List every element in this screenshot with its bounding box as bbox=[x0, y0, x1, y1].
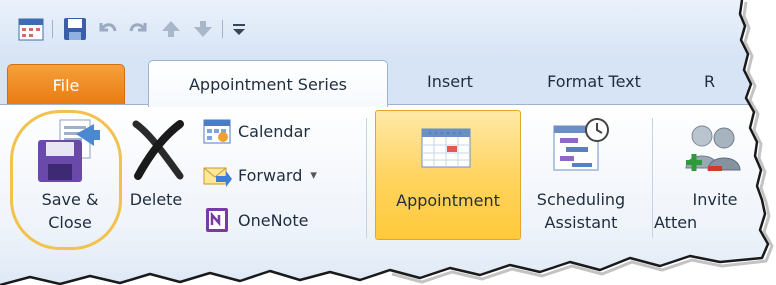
group-separator bbox=[366, 118, 367, 238]
customize-qat-icon[interactable] bbox=[226, 16, 252, 42]
delete-button[interactable]: Delete bbox=[118, 112, 194, 248]
next-item-icon[interactable] bbox=[190, 16, 216, 42]
tab-format-text[interactable]: Format Text bbox=[520, 58, 668, 104]
forward-icon bbox=[202, 160, 232, 190]
toolbar-separator bbox=[222, 20, 223, 38]
onenote-label: OneNote bbox=[238, 210, 309, 230]
invite-attendees-icon bbox=[684, 122, 744, 182]
calendar-icon bbox=[18, 16, 44, 42]
redo-icon[interactable] bbox=[126, 16, 152, 42]
calendar-view-icon bbox=[202, 116, 232, 146]
tab-appointment-series[interactable]: Appointment Series bbox=[148, 60, 388, 107]
onenote-button[interactable]: OneNote bbox=[202, 203, 308, 237]
delete-icon bbox=[130, 120, 186, 184]
undo-icon[interactable] bbox=[94, 16, 120, 42]
previous-item-icon[interactable] bbox=[158, 16, 184, 42]
toolbar-separator bbox=[52, 20, 53, 38]
tab-file[interactable]: File bbox=[7, 64, 125, 105]
invite-attendees-label-1: Invite bbox=[692, 190, 738, 209]
forward-button[interactable]: Forward ▾ bbox=[202, 158, 317, 192]
onenote-icon bbox=[202, 205, 232, 235]
forward-dropdown-arrow[interactable]: ▾ bbox=[310, 168, 317, 183]
torn-screenshot-area: File Appointment Series Insert Format Te… bbox=[0, 0, 768, 285]
group-separator bbox=[652, 118, 653, 238]
scheduling-assistant-icon bbox=[552, 116, 612, 178]
scheduling-assistant-label-2: Assistant bbox=[544, 213, 618, 232]
calendar-label: Calendar bbox=[238, 121, 310, 141]
appointment-icon bbox=[420, 125, 472, 173]
appointment-label: Appointment bbox=[396, 191, 500, 210]
highlight-ring bbox=[10, 110, 122, 250]
tab-insert[interactable]: Insert bbox=[400, 58, 500, 104]
scheduling-assistant-button[interactable]: Scheduling Assistant bbox=[522, 112, 640, 248]
forward-label: Forward bbox=[238, 165, 303, 185]
invite-attendees-label-2: Atten bbox=[654, 213, 698, 232]
tab-review[interactable]: R bbox=[704, 58, 744, 104]
quick-access-toolbar bbox=[0, 0, 768, 58]
outlook-window: File Appointment Series Insert Format Te… bbox=[0, 0, 776, 285]
save-icon[interactable] bbox=[62, 16, 88, 42]
invite-attendees-button[interactable]: Invite Atten bbox=[654, 112, 768, 248]
scheduling-assistant-label-1: Scheduling bbox=[536, 190, 626, 209]
calendar-button[interactable]: Calendar bbox=[202, 114, 310, 148]
appointment-button[interactable]: Appointment bbox=[375, 110, 521, 240]
delete-label: Delete bbox=[129, 190, 183, 209]
